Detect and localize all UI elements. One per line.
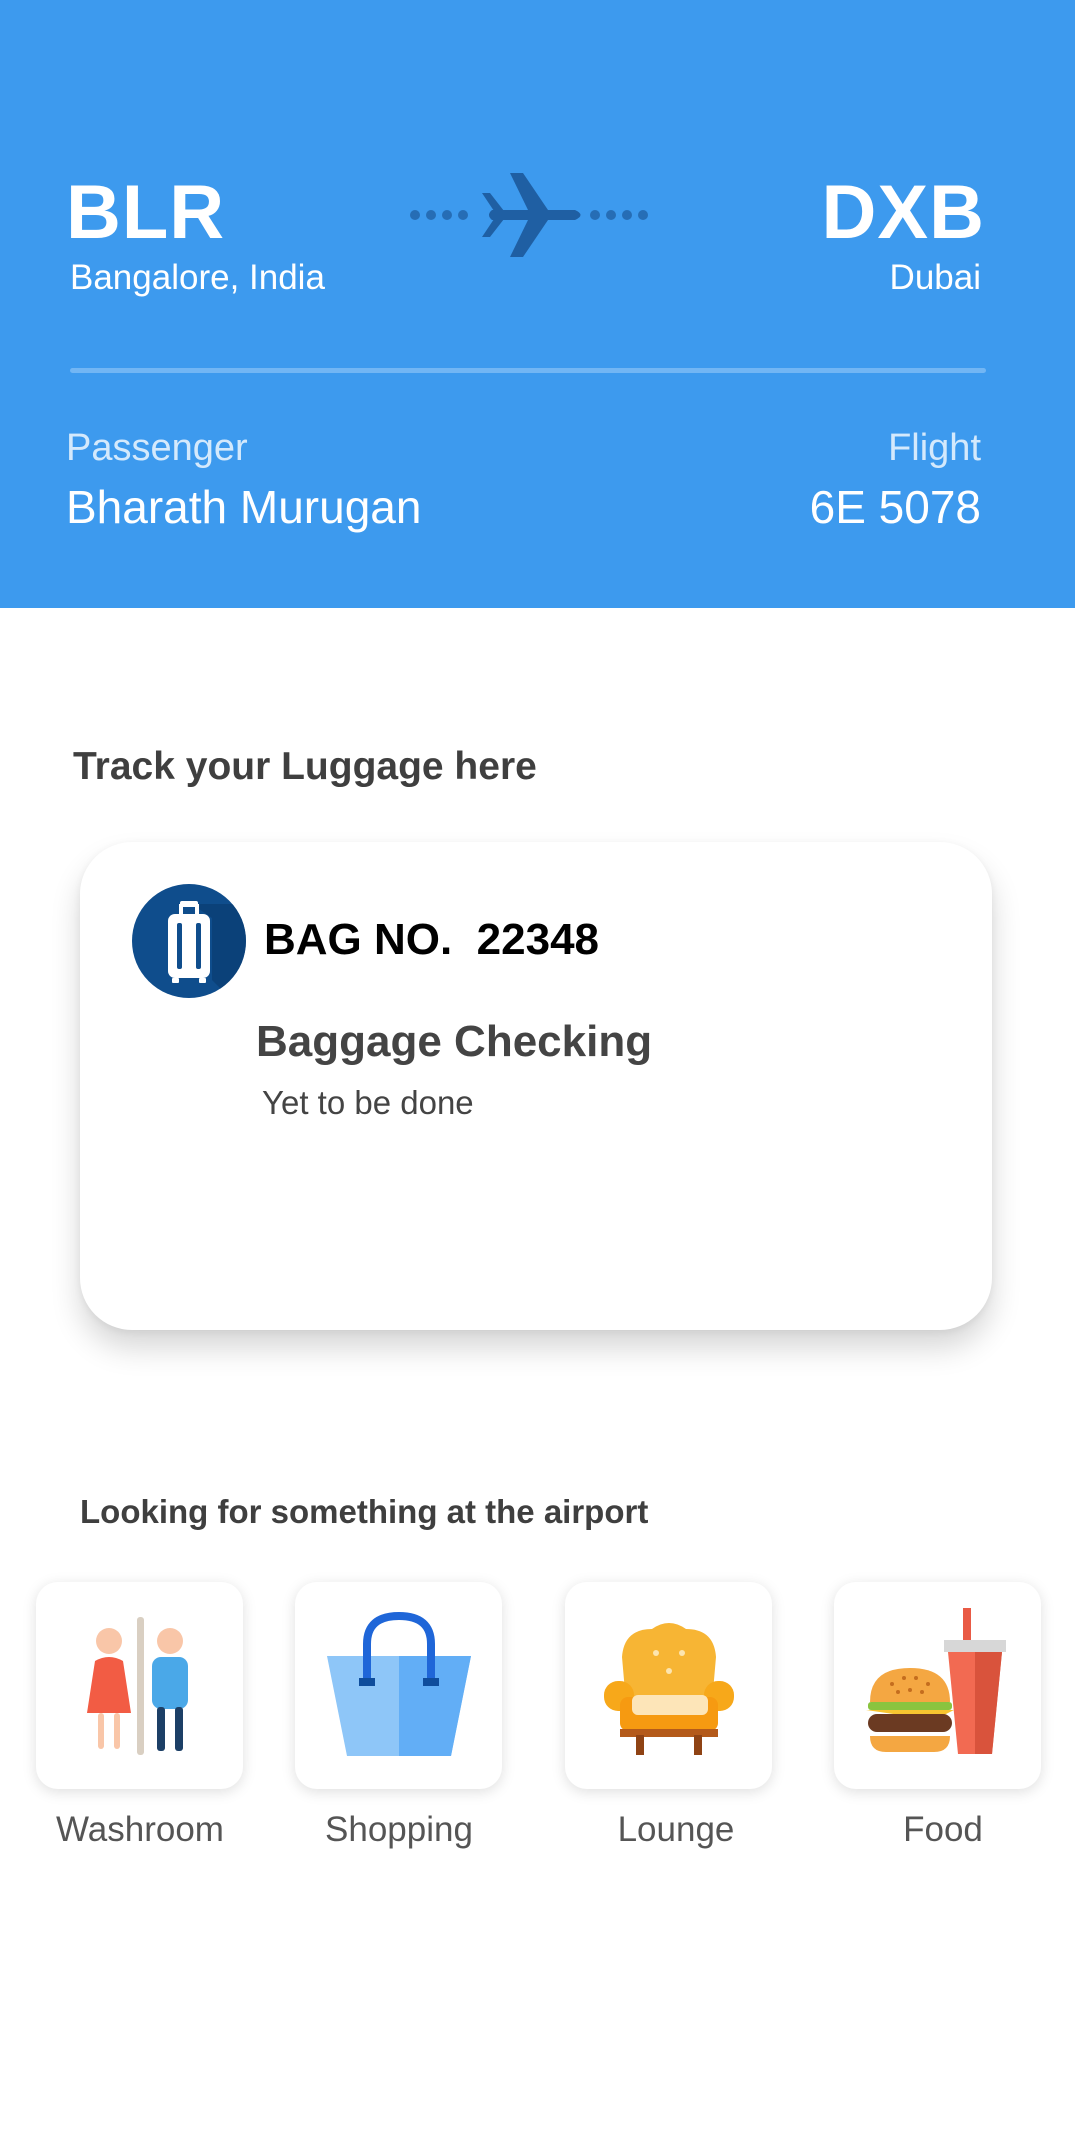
destination-city: Dubai xyxy=(889,258,981,297)
luggage-section-title: Track your Luggage here xyxy=(73,745,537,788)
washroom-tile[interactable] xyxy=(36,1582,243,1789)
bag-number: BAG NO. 22348 xyxy=(264,915,600,964)
origin-code: BLR xyxy=(66,170,226,255)
shopping-label: Shopping xyxy=(325,1810,473,1849)
airport-section-title: Looking for something at the airport xyxy=(80,1493,649,1530)
suitcase-icon xyxy=(132,884,246,998)
shopping-bag-icon xyxy=(326,1611,471,1756)
burger-drink-icon xyxy=(865,1607,1006,1754)
destination-code: DXB xyxy=(821,170,985,255)
bag-status-title: Baggage Checking xyxy=(256,1017,653,1066)
flight-route-icon xyxy=(410,173,648,257)
flight-label: Flight xyxy=(888,427,981,469)
flight-number: 6E 5078 xyxy=(809,481,981,533)
lounge-label: Lounge xyxy=(617,1810,735,1849)
bag-tracking-card[interactable]: BAG NO. 22348 Baggage Checking Yet to be… xyxy=(80,842,992,1330)
food-label: Food xyxy=(903,1810,983,1849)
lounge-tile[interactable] xyxy=(565,1582,772,1789)
washroom-icon xyxy=(86,1616,188,1755)
shopping-tile[interactable] xyxy=(295,1582,502,1789)
passenger-label: Passenger xyxy=(66,427,248,469)
flight-header: BLR Bangalore, India DXB Dubai Passenger… xyxy=(0,0,1075,608)
washroom-label: Washroom xyxy=(56,1810,224,1849)
armchair-icon xyxy=(603,1622,734,1755)
bag-status-text: Yet to be done xyxy=(262,1084,474,1121)
header-divider xyxy=(70,368,986,373)
passenger-name: Bharath Murugan xyxy=(66,481,422,533)
origin-city: Bangalore, India xyxy=(70,258,325,297)
food-tile[interactable] xyxy=(834,1582,1041,1789)
